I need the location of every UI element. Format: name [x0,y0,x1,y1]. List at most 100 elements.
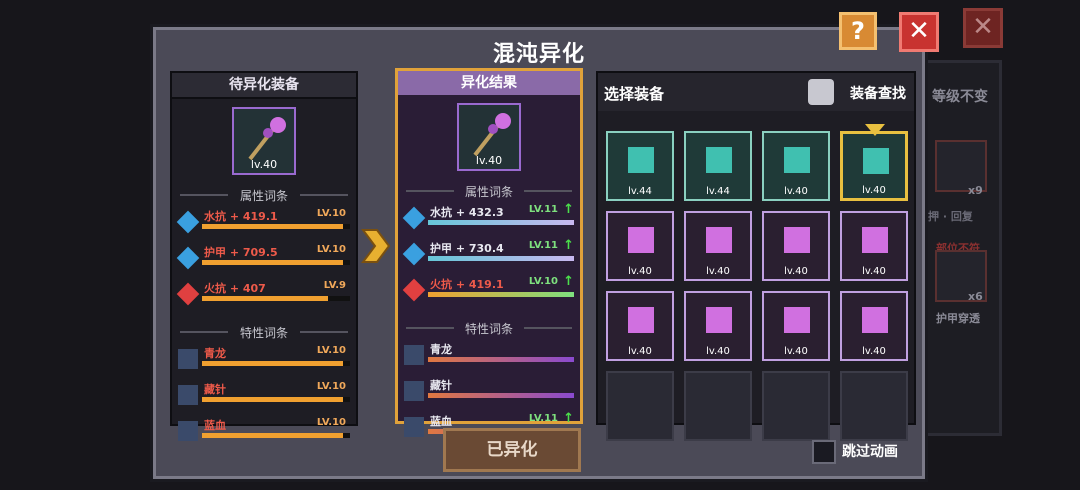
equipment-slot[interactable]: lv.40 [762,291,830,361]
selected-marker-icon [865,124,885,136]
alienation-result-header: 异化结果 [398,71,580,95]
stat-level: LV.10 [316,244,346,255]
level-up-arrow-icon: ↑ [563,202,574,217]
skip-animation-toggle[interactable]: 跳过动画 [812,440,898,464]
equipment-slot[interactable]: lv.40 [606,291,674,361]
equipment-search-button[interactable]: 装备查找 [850,83,906,103]
trait-row: 蓝血 LV.10 [172,415,356,449]
stat-level: LV.10 [316,208,346,219]
attribute-row: 火抗 + 407 LV.9 [172,278,356,312]
equipment-slot[interactable]: lv.40 [684,211,752,281]
select-equipment-header-bar: 选择装备 装备查找 [598,73,914,111]
empty-equipment-slot[interactable] [684,371,752,441]
select-equipment-title: 选择装备 [604,85,665,103]
pink-equipment-icon [862,307,888,333]
pending-equipment-header: 待异化装备 [172,73,356,99]
attribute-row: 护甲 + 730.4 LV.11 ↑ [398,238,580,272]
select-equipment-panel: 选择装备 装备查找 lv.44 lv.44 lv.40 lv.40 lv.40 lv.40… [596,71,916,441]
equipment-level: lv.44 [706,186,730,197]
background-label2: 押 · 回复 [928,210,973,223]
equipment-slot[interactable]: lv.40 [840,124,908,201]
skip-animation-checkbox[interactable] [812,440,836,464]
background-label1: 护甲穿透 [936,312,980,325]
stat-progress-bar [428,292,574,297]
gem-icon [176,282,200,306]
trait-icon [178,421,198,441]
trait-icon [178,349,198,369]
equipment-level: lv.40 [784,186,808,197]
equipment-level: lv.40 [628,346,652,357]
stat-progress-bar [428,357,574,362]
stat-progress-fill [202,397,343,402]
empty-equipment-slot[interactable] [606,371,674,441]
gem-icon [402,278,426,302]
background-text-right: 等级不变 [932,89,988,105]
equipment-slot[interactable]: lv.44 [606,131,674,201]
stat-label: 青龙 [204,347,226,360]
equipment-slot[interactable]: lv.40 [840,291,908,361]
background-count1: x9 [968,184,983,197]
equipment-level: lv.40 [706,266,730,277]
empty-equipment-slot[interactable] [840,371,908,441]
equipment-slot[interactable]: lv.40 [762,131,830,201]
pink-equipment-icon [784,227,810,253]
equipment-level: lv.40 [784,266,808,277]
magnifier-icon[interactable] [808,79,834,105]
teal-equipment-icon [784,147,810,173]
attr-section-title: 属性词条 [404,183,574,200]
equipment-level: lv.44 [628,186,652,197]
trait-section-title: 特性词条 [178,324,350,341]
attribute-row: 火抗 + 419.1 LV.10 ↑ [398,274,580,308]
stat-progress-bar [202,361,350,366]
background-close-button[interactable]: ✕ [963,8,1003,48]
stat-progress-bar [202,260,350,265]
close-button[interactable]: ✕ [899,12,939,52]
alienated-button[interactable]: 已异化 [443,428,581,472]
stat-progress-fill [202,361,343,366]
result-equipment-slot[interactable]: lv.40 [457,103,521,171]
gem-icon [402,242,426,266]
gem-icon [176,210,200,234]
trait-section-title: 特性词条 [404,320,574,337]
stat-level: LV.10 [528,276,558,287]
equipment-slot[interactable]: lv.40 [762,211,830,281]
stat-label: 水抗 + 419.1 [204,210,278,223]
attribute-row: 水抗 + 419.1 LV.10 [172,206,356,240]
stat-label: 护甲 + 709.5 [204,246,278,259]
trait-row: 青龙 LV.10 [172,343,356,377]
stat-progress-bar [202,397,350,402]
stat-progress-bar [202,433,350,438]
stat-label: 水抗 + 432.3 [430,206,504,219]
stat-progress-bar [428,393,574,398]
stat-progress-fill [428,292,574,297]
trait-icon [404,417,424,437]
equipment-slot[interactable]: lv.40 [840,211,908,281]
empty-equipment-slot[interactable] [762,371,830,441]
equipment-slot[interactable]: lv.40 [684,291,752,361]
equipment-slot[interactable]: lv.40 [606,211,674,281]
level-up-arrow-icon: ↑ [563,238,574,253]
stat-label: 护甲 + 730.4 [430,242,504,255]
pink-equipment-icon [862,227,888,253]
equipment-level: lv.40 [862,185,886,196]
help-button[interactable]: ? [839,12,877,50]
trait-icon [404,381,424,401]
stat-progress-fill [202,296,328,301]
background-count2: x6 [968,290,983,303]
stat-progress-fill [428,220,574,225]
stat-progress-fill [202,224,343,229]
stat-progress-bar [202,224,350,229]
stat-level: LV.9 [323,280,346,291]
stat-level: LV.11 [528,240,558,251]
trait-icon [404,345,424,365]
stat-label: 藏针 [204,383,226,396]
equipment-level: lv.40 [862,266,886,277]
pending-equipment-slot[interactable]: lv.40 [232,107,296,175]
stat-progress-fill [202,433,343,438]
stat-progress-fill [428,393,574,398]
attr-section-title: 属性词条 [178,187,350,204]
stat-label: 火抗 + 419.1 [430,278,504,291]
stat-progress-bar [428,220,574,225]
trait-row: 藏针 LV.10 [172,379,356,413]
equipment-slot[interactable]: lv.44 [684,131,752,201]
